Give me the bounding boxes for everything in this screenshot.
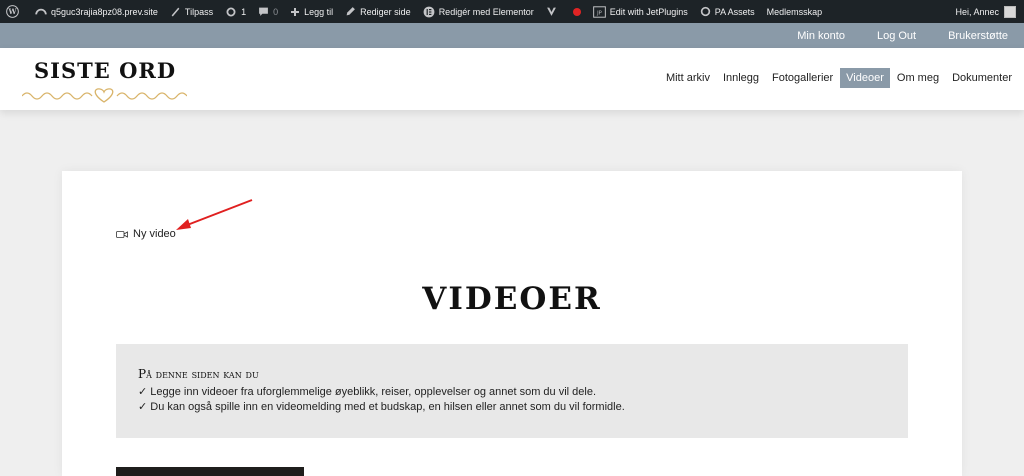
new-content-link[interactable]: Legg til	[284, 0, 339, 23]
comments-link[interactable]: 0	[252, 0, 284, 23]
account-menu[interactable]: Hei, Annec	[955, 5, 1024, 18]
membership-label: Medlemsskap	[766, 6, 823, 17]
new-video-label: Ny video	[133, 228, 176, 240]
wp-admin-bar: W q5guc3rajia8pz08.prev.site Tilpass 1 0…	[0, 0, 1024, 23]
updates-link[interactable]: 1	[219, 0, 252, 23]
nav-item-fotogallerier[interactable]: Fotogallerier	[766, 68, 839, 88]
main-nav: Mitt arkiv Innlegg Fotogallerier Videoer…	[659, 68, 1018, 88]
svg-text:JP: JP	[596, 10, 602, 16]
v-menu[interactable]	[540, 0, 567, 23]
elementor-icon	[423, 6, 435, 17]
new-video-button[interactable]: Ny video	[116, 228, 176, 240]
my-account-link[interactable]: Min konto	[797, 30, 845, 42]
wordpress-icon: W	[6, 5, 19, 18]
brush-icon	[171, 7, 180, 17]
customize-label: Tilpass	[184, 6, 214, 17]
pencil-icon	[346, 7, 356, 16]
info-line: ✓ Du kan også spille inn en videomelding…	[138, 401, 625, 413]
video-block[interactable]	[116, 467, 304, 476]
pa-assets-icon	[700, 6, 710, 17]
content-card: Ny video VIDEOER På denne siden kan du ✓…	[62, 171, 962, 476]
plus-icon	[291, 7, 300, 16]
dashboard-icon	[35, 8, 47, 15]
video-camera-icon	[116, 230, 128, 238]
site-name-link[interactable]: q5guc3rajia8pz08.prev.site	[29, 0, 164, 23]
nav-item-om-meg[interactable]: Om meg	[891, 68, 945, 88]
refresh-icon	[226, 7, 236, 16]
membership-link[interactable]: Medlemsskap	[761, 0, 829, 23]
nav-item-innlegg[interactable]: Innlegg	[717, 68, 765, 88]
updates-count: 1	[241, 6, 247, 17]
jetplugins-link[interactable]: JP Edit with JetPlugins	[587, 0, 694, 23]
customize-link[interactable]: Tilpass	[164, 0, 219, 23]
comments-count: 0	[273, 6, 279, 17]
site-name: q5guc3rajia8pz08.prev.site	[51, 6, 158, 17]
wordpress-logo[interactable]: W	[0, 0, 29, 23]
elementor-link[interactable]: Redigér med Elementor	[417, 0, 540, 23]
site-logo[interactable]: SISTE ORD	[22, 58, 187, 106]
site-header: SISTE ORD Mitt arkiv Innlegg Fotogalleri…	[0, 48, 1024, 110]
page-title: VIDEOER	[422, 281, 602, 317]
new-content-label: Legg til	[304, 6, 334, 17]
svg-text:W: W	[7, 7, 17, 16]
red-arrow-annotation	[176, 199, 253, 230]
pa-assets-link[interactable]: PA Assets	[694, 0, 761, 23]
logo-text: SISTE ORD	[34, 58, 177, 83]
jetplugins-label: Edit with JetPlugins	[609, 6, 688, 17]
comment-icon	[259, 7, 269, 16]
edit-page-label: Rediger side	[360, 6, 411, 17]
support-link[interactable]: Brukerstøtte	[948, 30, 1008, 42]
nav-item-mitt-arkiv[interactable]: Mitt arkiv	[660, 68, 716, 88]
nav-item-videoer[interactable]: Videoer	[840, 68, 890, 88]
nav-item-dokumenter[interactable]: Dokumenter	[946, 68, 1018, 88]
edit-page-link[interactable]: Rediger side	[339, 0, 417, 23]
jetplugins-icon: JP	[592, 5, 606, 18]
status-indicator[interactable]	[567, 0, 587, 23]
v-logo-icon	[546, 7, 556, 16]
red-dot-icon	[572, 7, 581, 16]
info-heading: På denne siden kan du	[138, 367, 259, 381]
utility-bar: Min konto Log Out Brukerstøtte	[0, 23, 1024, 48]
log-out-link[interactable]: Log Out	[877, 30, 916, 42]
greeting: Hei, Annec	[955, 6, 999, 17]
info-line: ✓ Legge inn videoer fra uforglemmelige ø…	[138, 386, 597, 398]
avatar	[1004, 5, 1016, 18]
pa-assets-label: PA Assets	[714, 6, 755, 17]
elementor-label: Redigér med Elementor	[438, 6, 534, 17]
info-box: På denne siden kan du ✓ Legge inn videoe…	[116, 344, 908, 438]
logo-ornament-icon	[22, 88, 187, 103]
